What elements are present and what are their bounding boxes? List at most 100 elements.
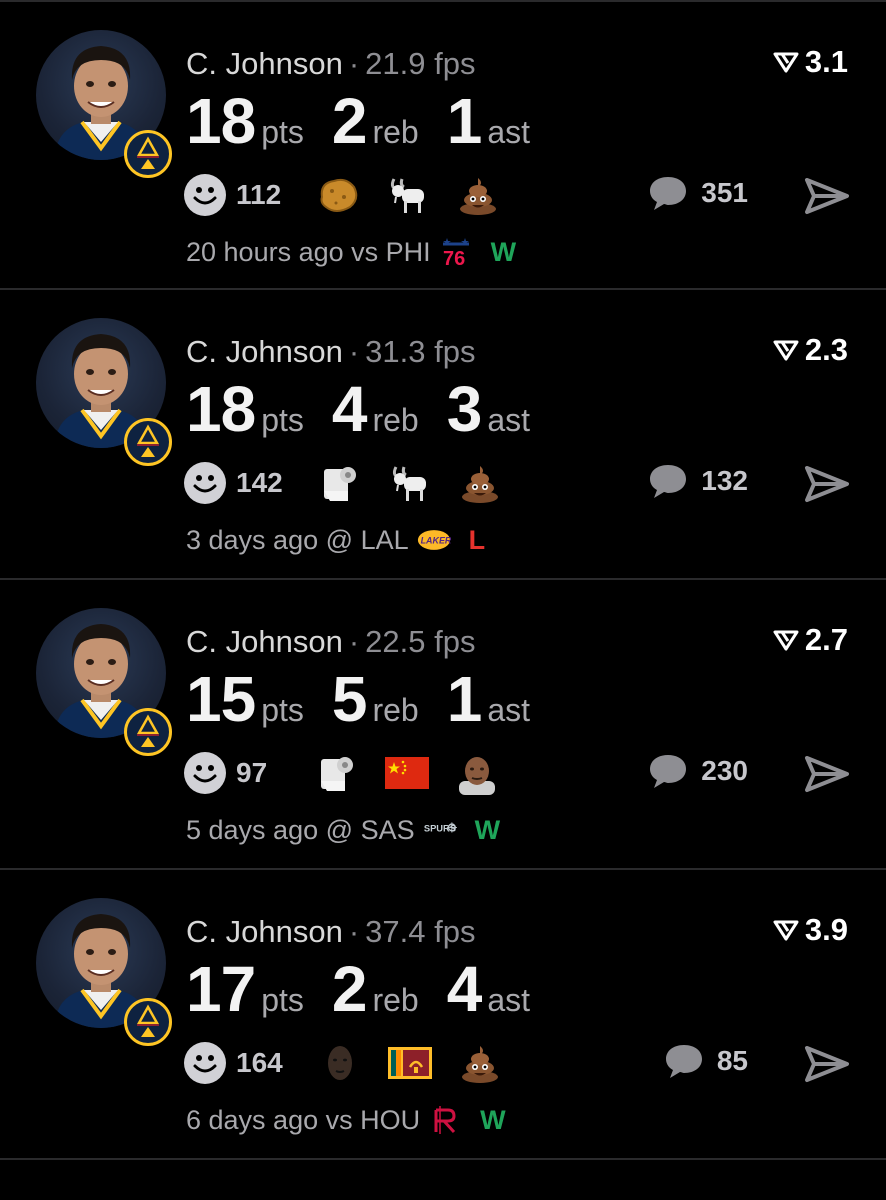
goat-icon[interactable] bbox=[387, 460, 433, 506]
stat-line: 18 pts 2 reb 1 ast bbox=[186, 84, 558, 158]
stat-post-card[interactable]: C. Johnson · 31.3 fps 2.3 18 pts 4 reb 3 ast 14… bbox=[0, 290, 886, 580]
separator-dot: · bbox=[348, 334, 360, 369]
rating-icon bbox=[773, 630, 799, 651]
stat-unit: pts bbox=[261, 114, 304, 150]
rating-icon bbox=[773, 52, 799, 73]
stat-value: 18 bbox=[186, 85, 256, 157]
reaction-count: 164 bbox=[236, 1047, 283, 1078]
separator-dot: · bbox=[348, 914, 360, 949]
game-info: 3 days ago @ LAL LAKERS L bbox=[186, 524, 485, 556]
comment-bubble-icon bbox=[650, 177, 687, 210]
stat-value: 15 bbox=[186, 663, 256, 735]
rating-badge: 2.7 bbox=[773, 622, 848, 658]
fantasy-points: 31.3 fps bbox=[365, 334, 476, 369]
poop-icon[interactable] bbox=[455, 172, 501, 218]
stat-unit: ast bbox=[487, 982, 530, 1018]
reaction-count: 112 bbox=[236, 179, 282, 210]
separator-dot: · bbox=[348, 46, 360, 81]
stat-unit: pts bbox=[261, 402, 304, 438]
stat-line: 18 pts 4 reb 3 ast bbox=[186, 372, 558, 446]
opponent-name[interactable]: SAS bbox=[361, 815, 415, 846]
stat-value: 2 bbox=[331, 953, 368, 1025]
rating-badge: 2.3 bbox=[773, 332, 848, 368]
rating-badge: 3.9 bbox=[773, 912, 848, 948]
china-flag-icon[interactable] bbox=[384, 750, 430, 796]
stat-value: 1 bbox=[446, 663, 483, 735]
stat-post-card[interactable]: C. Johnson · 22.5 fps 2.7 15 pts 5 reb 1 ast 97 bbox=[0, 580, 886, 870]
lakers-logo-icon: LAKERS bbox=[417, 524, 451, 556]
fantasy-points: 22.5 fps bbox=[365, 624, 476, 659]
comment-bubble-icon bbox=[650, 755, 687, 788]
rating-value: 2.3 bbox=[804, 332, 848, 367]
post-header: C. Johnson · 21.9 fps bbox=[186, 46, 475, 82]
game-info: 5 days ago @ SAS SPURS W bbox=[186, 814, 500, 846]
stat-unit: ast bbox=[487, 114, 530, 150]
nuggets-logo-icon bbox=[124, 998, 172, 1046]
stat-unit: ast bbox=[487, 692, 530, 728]
poop-icon[interactable] bbox=[457, 460, 503, 506]
stat-post-card[interactable]: C. Johnson · 37.4 fps 3.9 17 pts 2 reb 4 ast 16… bbox=[0, 870, 886, 1160]
stat-unit: pts bbox=[261, 692, 304, 728]
game-result: W bbox=[490, 236, 517, 267]
rating-value: 3.9 bbox=[804, 912, 848, 947]
game-time: 3 days ago bbox=[186, 524, 319, 555]
comments-button[interactable]: 351 bbox=[647, 174, 748, 212]
add-reaction-smiley-icon[interactable] bbox=[184, 752, 226, 794]
stat-value: 1 bbox=[446, 85, 483, 157]
stat-value: 2 bbox=[331, 85, 368, 157]
game-venue: @ bbox=[325, 814, 354, 845]
stat-value: 4 bbox=[446, 953, 483, 1025]
reaction-bar: 97 bbox=[184, 748, 524, 798]
player-name[interactable]: C. Johnson bbox=[186, 624, 343, 659]
game-venue: vs bbox=[351, 236, 379, 267]
nugget-icon[interactable] bbox=[315, 172, 361, 218]
game-time: 6 days ago bbox=[186, 1104, 319, 1135]
comment-bubble-icon bbox=[650, 465, 687, 498]
opponent-name[interactable]: HOU bbox=[360, 1105, 420, 1136]
toilet-paper-icon[interactable] bbox=[314, 750, 360, 796]
share-send-icon[interactable] bbox=[804, 464, 850, 504]
opponent-name[interactable]: LAL bbox=[361, 525, 409, 556]
reaction-count: 97 bbox=[236, 757, 268, 788]
player-name[interactable]: C. Johnson bbox=[186, 46, 343, 81]
fantasy-points: 21.9 fps bbox=[365, 46, 476, 81]
share-send-icon[interactable] bbox=[804, 176, 850, 216]
player-name[interactable]: C. Johnson bbox=[186, 914, 343, 949]
stat-line: 17 pts 2 reb 4 ast bbox=[186, 952, 558, 1026]
comment-count: 85 bbox=[716, 1045, 748, 1076]
dark-face-icon[interactable] bbox=[317, 1040, 363, 1086]
add-reaction-smiley-icon[interactable] bbox=[184, 1042, 226, 1084]
player-name[interactable]: C. Johnson bbox=[186, 334, 343, 369]
opponent-name[interactable]: PHI bbox=[386, 237, 431, 268]
reaction-count: 142 bbox=[236, 467, 283, 498]
game-result: W bbox=[480, 1104, 506, 1135]
rating-icon bbox=[773, 340, 799, 361]
goat-icon[interactable] bbox=[385, 172, 431, 218]
comments-button[interactable]: 132 bbox=[647, 462, 748, 500]
share-send-icon[interactable] bbox=[804, 1044, 850, 1084]
post-feed: C. Johnson · 21.9 fps 3.1 18 pts 2 reb 1 ast 11… bbox=[0, 0, 886, 1160]
poop-icon[interactable] bbox=[457, 1040, 503, 1086]
stat-unit: reb bbox=[372, 402, 419, 438]
post-header: C. Johnson · 31.3 fps bbox=[186, 334, 475, 370]
stat-post-card[interactable]: C. Johnson · 21.9 fps 3.1 18 pts 2 reb 1 ast 11… bbox=[0, 0, 886, 290]
add-reaction-smiley-icon[interactable] bbox=[184, 174, 226, 216]
76ers-logo-icon: 76 bbox=[439, 236, 473, 268]
add-reaction-smiley-icon[interactable] bbox=[184, 462, 226, 504]
person-face-icon[interactable] bbox=[454, 750, 500, 796]
comment-count: 351 bbox=[701, 177, 748, 208]
stat-value: 4 bbox=[331, 373, 368, 445]
stat-unit: reb bbox=[372, 114, 419, 150]
share-send-icon[interactable] bbox=[804, 754, 850, 794]
reaction-emoji-list bbox=[317, 1040, 527, 1086]
comment-count: 132 bbox=[701, 465, 748, 496]
comments-button[interactable]: 85 bbox=[663, 1042, 748, 1080]
sri-lanka-flag-icon[interactable] bbox=[387, 1040, 433, 1086]
stat-unit: reb bbox=[372, 982, 419, 1018]
toilet-paper-icon[interactable] bbox=[317, 460, 363, 506]
stat-value: 18 bbox=[186, 373, 256, 445]
comment-count: 230 bbox=[701, 755, 748, 786]
comments-button[interactable]: 230 bbox=[647, 752, 748, 790]
reaction-bar: 142 bbox=[184, 458, 527, 508]
rating-badge: 3.1 bbox=[773, 44, 848, 80]
